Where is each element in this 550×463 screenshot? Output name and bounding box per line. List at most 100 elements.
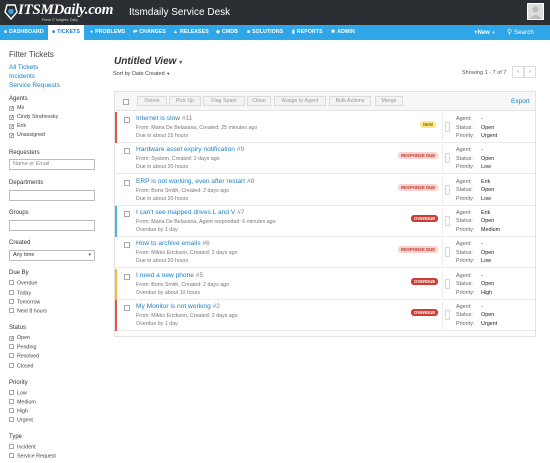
status-value[interactable]: Open (481, 281, 494, 287)
nav-dashboard[interactable]: ■ DASHBOARD (4, 25, 44, 40)
status-value[interactable]: Open (481, 187, 494, 193)
priority-value[interactable]: High (481, 290, 492, 296)
nav-releases[interactable]: ▲ RELEASES (173, 25, 209, 40)
ticket-subject[interactable]: Hardware asset expiry notification #9 (136, 146, 244, 153)
ticket-row[interactable]: I need a new phone #5 From: Boris Smith, … (115, 268, 535, 300)
sort-dropdown[interactable]: Sort by Date Created ▼ (113, 71, 170, 77)
nav-reports[interactable]: ▮ REPORTS (292, 25, 323, 40)
ticket-row[interactable]: Internet is slow #11 From: Maria De Belas… (115, 112, 535, 143)
checkbox-checked[interactable]: ✓ (9, 105, 14, 111)
delete-button[interactable]: Delete (137, 96, 167, 106)
agent-option-unassigned[interactable]: ✓ Unassigned (9, 132, 45, 139)
ticket-subject[interactable]: I need a new phone #5 (136, 272, 203, 279)
status-value[interactable]: Open (481, 156, 494, 162)
checkbox-checked[interactable]: ✓ (9, 114, 14, 120)
priority-value[interactable]: Low (481, 196, 491, 202)
itsmdaily-logo[interactable]: ITSMDaily.com Fresh IT Insights, Daily (4, 2, 116, 22)
nav-changes[interactable]: ⇄ CHANGES (133, 25, 166, 40)
merge-button[interactable]: Merge (375, 96, 403, 106)
link-all-tickets[interactable]: All Tickets (9, 64, 38, 71)
status-value[interactable]: Open (481, 250, 494, 256)
nav-cmdb[interactable]: ◆ CMDB (216, 25, 238, 40)
checkbox[interactable] (9, 344, 14, 349)
close-button[interactable]: Close (247, 96, 271, 106)
type-option-incident[interactable]: Incident (9, 444, 36, 451)
nav-tickets[interactable]: ■ TICKETS (48, 25, 85, 40)
agent-value[interactable]: - (481, 304, 483, 310)
nav-admin[interactable]: ✱ ADMIN (331, 25, 355, 40)
ticket-checkbox[interactable] (124, 117, 130, 123)
select-all-checkbox[interactable] (123, 99, 129, 105)
priority-option-low[interactable]: Low (9, 390, 27, 397)
due-option-today[interactable]: Today (9, 290, 31, 297)
priority-value[interactable]: Urgent (481, 321, 497, 327)
departments-input[interactable] (9, 190, 95, 201)
status-option-resolved[interactable]: Resolved (9, 353, 39, 360)
checkbox[interactable] (9, 363, 14, 368)
checkbox[interactable] (9, 453, 14, 458)
ticket-subject[interactable]: My Monitor is not working #2 (136, 303, 220, 310)
ticket-checkbox[interactable] (124, 148, 130, 155)
checkbox[interactable] (9, 408, 14, 413)
priority-value[interactable]: Urgent (481, 133, 497, 139)
checkbox[interactable] (9, 308, 14, 313)
ticket-subject[interactable]: I can't see mapped drives L and V #7 (136, 209, 244, 216)
agent-value[interactable]: - (481, 241, 483, 247)
status-option-open[interactable]: ✓ Open (9, 335, 30, 342)
user-avatar[interactable] (527, 3, 544, 20)
agent-option-erik[interactable]: ✓ Erik (9, 123, 26, 130)
bulk-actions-button[interactable]: Bulk Actions (329, 96, 371, 106)
flag-spam-button[interactable]: Flag Spam (203, 96, 245, 106)
ticket-row[interactable]: My Monitor is not working #2 From: Mikko … (115, 299, 535, 331)
agent-value[interactable]: - (481, 273, 483, 279)
ticket-subject[interactable]: Internet is slow #11 (136, 115, 192, 122)
checkbox[interactable] (9, 299, 14, 304)
status-value[interactable]: Open (481, 312, 494, 318)
export-link[interactable]: Export (511, 98, 530, 105)
requesters-input[interactable]: Name or Email (9, 159, 95, 170)
checkbox[interactable] (9, 280, 14, 285)
view-title[interactable]: Untitled View ▾ (114, 56, 182, 67)
ticket-checkbox[interactable] (124, 210, 130, 217)
due-option-next-8-hours[interactable]: Next 8 hours (9, 308, 47, 315)
checkbox[interactable] (9, 417, 14, 422)
checkbox-checked[interactable]: ✓ (9, 335, 14, 341)
agent-option-me[interactable]: ✓ Me (9, 105, 24, 112)
priority-option-medium[interactable]: Medium (9, 399, 36, 406)
ticket-row[interactable]: Hardware asset expiry notification #9 Fro… (115, 143, 535, 175)
priority-value[interactable]: Low (481, 258, 491, 264)
next-page-button[interactable]: › (524, 66, 536, 78)
nav-problems[interactable]: ● PROBLEMS (90, 25, 125, 40)
due-option-overdue[interactable]: Overdue (9, 280, 37, 287)
pick-up-button[interactable]: Pick Up (169, 96, 201, 106)
agent-value[interactable]: - (481, 147, 483, 153)
checkbox[interactable] (9, 353, 14, 358)
checkbox-checked[interactable]: ✓ (9, 132, 14, 138)
ticket-subject[interactable]: ERP is not working, even after restart #… (136, 178, 254, 185)
type-option-service-request[interactable]: Service Request (9, 453, 56, 460)
priority-option-urgent[interactable]: Urgent (9, 417, 33, 424)
checkbox-checked[interactable]: ✓ (9, 123, 14, 129)
assign-to-agent-button[interactable]: Assign to Agent (274, 96, 326, 106)
nav-solutions[interactable]: ■ SOLUTIONS (247, 25, 283, 40)
ticket-row[interactable]: ERP is not working, even after restart #… (115, 175, 535, 206)
checkbox[interactable] (9, 399, 14, 404)
ticket-checkbox[interactable] (124, 304, 130, 311)
created-select[interactable]: Any time ▾ (9, 250, 95, 261)
prev-page-button[interactable]: ‹ (512, 66, 524, 78)
priority-value[interactable]: Low (481, 164, 491, 170)
link-service-requests[interactable]: Service Requests (9, 82, 60, 89)
ticket-checkbox[interactable] (124, 242, 130, 249)
groups-input[interactable] (9, 220, 95, 231)
ticket-row[interactable]: I can't see mapped drives L and V #7 From… (115, 205, 535, 237)
due-option-tomorrow[interactable]: Tomorrow (9, 299, 40, 306)
agent-value[interactable]: Erik (481, 179, 490, 185)
ticket-subject[interactable]: How to archive emails #6 (136, 240, 210, 247)
new-button[interactable]: +New ▼ (474, 25, 495, 40)
status-option-closed[interactable]: Closed (9, 363, 34, 370)
agent-option-cindy[interactable]: ✓ Cindy Strahovsky (9, 114, 58, 121)
ticket-checkbox[interactable] (124, 273, 130, 280)
checkbox[interactable] (9, 290, 14, 295)
search-button[interactable]: ⚲ Search (507, 25, 534, 40)
ticket-row[interactable]: How to archive emails #6 From: Mikko Eric… (115, 237, 535, 269)
